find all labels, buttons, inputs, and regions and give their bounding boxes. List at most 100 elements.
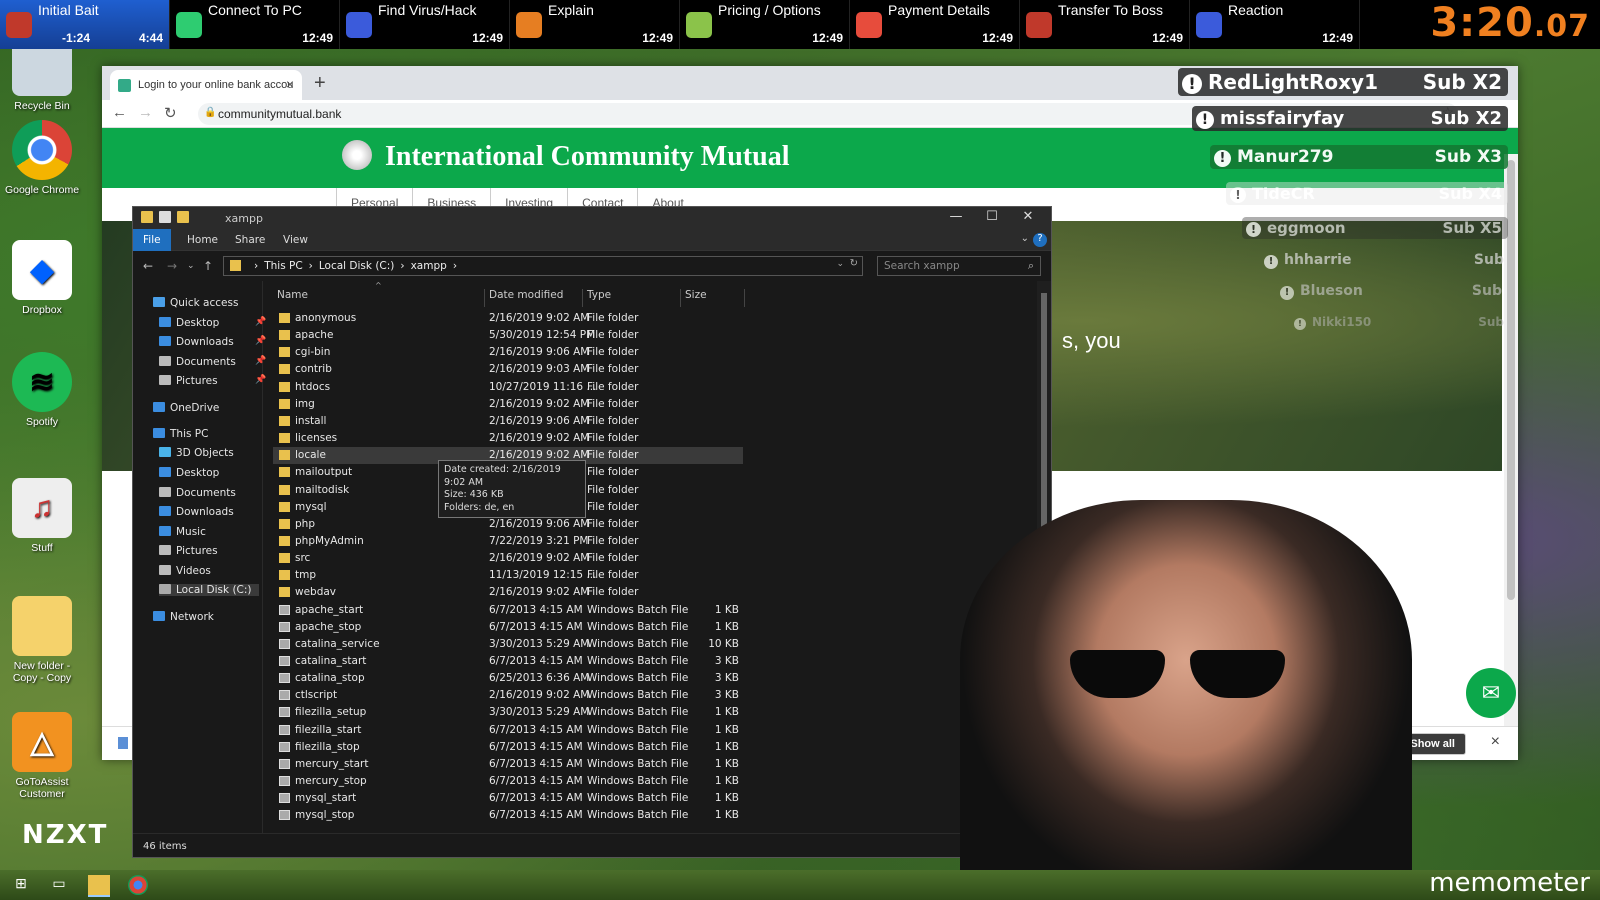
file-row[interactable]: licenses 2/16/2019 9:02 AM File folder: [273, 430, 743, 447]
close-downloads-icon[interactable]: ×: [1491, 733, 1500, 751]
windows-start-icon[interactable]: ⊞: [10, 875, 32, 895]
properties-icon[interactable]: [159, 211, 171, 223]
file-row[interactable]: install 2/16/2019 9:06 AM File folder: [273, 413, 743, 430]
file-row[interactable]: ctlscript 2/16/2019 9:02 AM Windows Batc…: [273, 687, 743, 704]
file-row[interactable]: filezilla_stop 6/7/2013 4:15 AM Windows …: [273, 739, 743, 756]
recent-locations-icon[interactable]: ⌄: [187, 261, 195, 271]
file-row[interactable]: contrib 2/16/2019 9:03 AM File folder: [273, 361, 743, 378]
file-row[interactable]: catalina_stop 6/25/2013 6:36 AM Windows …: [273, 670, 743, 687]
ribbon-tab-share[interactable]: Share: [225, 229, 275, 251]
reload-icon[interactable]: ↻: [164, 104, 177, 122]
file-row[interactable]: anonymous 2/16/2019 9:02 AM File folder: [273, 310, 743, 327]
nav-item-3d-objects[interactable]: 3D Objects: [159, 447, 234, 459]
file-row[interactable]: catalina_service 3/30/2013 5:29 AM Windo…: [273, 636, 743, 653]
close-tab-icon[interactable]: ×: [286, 76, 294, 92]
file-row[interactable]: tmp 11/13/2019 12:15 ... File folder: [273, 567, 743, 584]
file-row[interactable]: mysql_start 6/7/2013 4:15 AM Windows Bat…: [273, 790, 743, 807]
column-date-modified[interactable]: Date modified: [485, 289, 583, 307]
nav-item-desktop[interactable]: Desktop: [159, 467, 219, 479]
desktop-shortcut[interactable]: Google Chrome: [0, 120, 84, 196]
breadcrumb-item[interactable]: Local Disk (C:): [319, 260, 395, 272]
address-path[interactable]: ⌄ ↻ › This PC › Local Disk (C:) › xampp ›: [223, 256, 863, 276]
bank-logo-icon: [342, 140, 372, 170]
nav-item-network[interactable]: Network: [153, 611, 214, 623]
forward-icon[interactable]: →: [138, 104, 153, 121]
ribbon-tab-file[interactable]: File: [133, 229, 171, 251]
path-dropdown-icon[interactable]: ⌄: [836, 259, 844, 269]
breadcrumb-item[interactable]: This PC: [264, 260, 302, 272]
file-row[interactable]: htdocs 10/27/2019 11:16 ... File folder: [273, 379, 743, 396]
file-type: File folder: [587, 363, 639, 376]
file-row[interactable]: php 2/16/2019 9:06 AM File folder: [273, 516, 743, 533]
browser-tab[interactable]: Login to your online bank accou ×: [110, 70, 302, 100]
nav-item-label: Local Disk (C:): [176, 584, 252, 596]
back-icon[interactable]: ←: [143, 259, 153, 273]
nav-item-downloads[interactable]: Downloads 📌: [159, 336, 266, 348]
desktop-shortcut[interactable]: ◆ Dropbox: [0, 240, 84, 316]
new-folder-icon[interactable]: [177, 211, 189, 223]
task-view-icon[interactable]: ▭: [48, 875, 70, 895]
file-row[interactable]: apache_stop 6/7/2013 4:15 AM Windows Bat…: [273, 619, 743, 636]
file-row[interactable]: mercury_stop 6/7/2013 4:15 AM Windows Ba…: [273, 773, 743, 790]
scroll-thumb[interactable]: [1507, 160, 1515, 600]
refresh-icon[interactable]: ↻: [850, 258, 858, 269]
nav-item-pictures[interactable]: Pictures 📌: [159, 375, 266, 387]
help-icon[interactable]: ?: [1033, 233, 1047, 247]
file-row[interactable]: img 2/16/2019 9:02 AM File folder: [273, 396, 743, 413]
file-row[interactable]: src 2/16/2019 9:02 AM File folder: [273, 550, 743, 567]
nav-item-pictures[interactable]: Pictures: [159, 545, 218, 557]
file-explorer-taskbar-icon[interactable]: [88, 875, 110, 897]
minimize-button[interactable]: —: [941, 209, 971, 224]
desktop-shortcut[interactable]: ≋ Spotify: [0, 352, 84, 428]
maximize-button[interactable]: ☐: [977, 209, 1007, 224]
nav-item-downloads[interactable]: Downloads: [159, 506, 234, 518]
mail-chat-button[interactable]: ✉: [1466, 668, 1516, 718]
split-4: Pricing / Options 12:49: [680, 0, 850, 49]
search-input[interactable]: Search xampp ⌕: [877, 256, 1041, 276]
nav-item-quick-access[interactable]: Quick access: [153, 297, 238, 309]
chrome-taskbar-icon[interactable]: [128, 875, 148, 895]
expand-ribbon-icon[interactable]: ⌄: [1021, 233, 1029, 244]
file-row[interactable]: apache_start 6/7/2013 4:15 AM Windows Ba…: [273, 602, 743, 619]
file-row[interactable]: cgi-bin 2/16/2019 9:06 AM File folder: [273, 344, 743, 361]
pictures-icon: [159, 375, 171, 385]
file-date: 2/16/2019 9:02 AM: [489, 432, 590, 445]
desktop-shortcut[interactable]: New folder - Copy - Copy: [0, 596, 84, 684]
alert-icon: !: [1246, 222, 1261, 237]
file-row[interactable]: filezilla_setup 3/30/2013 5:29 AM Window…: [273, 704, 743, 721]
file-row[interactable]: webdav 2/16/2019 9:02 AM File folder: [273, 584, 743, 601]
forward-icon[interactable]: →: [167, 259, 177, 273]
ribbon-tab-view[interactable]: View: [273, 229, 318, 251]
column-size[interactable]: Size: [681, 289, 745, 307]
new-tab-button[interactable]: +: [314, 72, 326, 95]
file-row[interactable]: phpMyAdmin 7/22/2019 3:21 PM File folder: [273, 533, 743, 550]
file-row[interactable]: apache 5/30/2019 12:54 PM File folder: [273, 327, 743, 344]
file-row[interactable]: filezilla_start 6/7/2013 4:15 AM Windows…: [273, 722, 743, 739]
file-row[interactable]: mercury_start 6/7/2013 4:15 AM Windows B…: [273, 756, 743, 773]
desktop-shortcut[interactable]: ♫ Stuff: [0, 478, 84, 554]
nav-item-documents[interactable]: Documents 📌: [159, 356, 266, 368]
split-time: 12:49: [302, 31, 333, 45]
up-icon[interactable]: ↑: [203, 259, 213, 273]
file-row[interactable]: catalina_start 6/7/2013 4:15 AM Windows …: [273, 653, 743, 670]
file-name: anonymous: [295, 312, 357, 324]
column-type[interactable]: Type: [583, 289, 681, 307]
nav-item-local-disk-c[interactable]: Local Disk (C:): [159, 584, 259, 596]
nav-item-this-pc[interactable]: This PC: [153, 428, 208, 440]
desktop-shortcut[interactable]: △ GoToAssist Customer: [0, 712, 84, 800]
nav-item-videos[interactable]: Videos: [159, 565, 211, 577]
column-name[interactable]: Name: [273, 289, 485, 307]
nav-item-onedrive[interactable]: OneDrive: [153, 402, 219, 414]
nav-item-desktop[interactable]: Desktop 📌: [159, 317, 266, 329]
download-file-icon[interactable]: [118, 737, 128, 749]
gotoassist-icon: △: [12, 712, 72, 772]
breadcrumb-item[interactable]: xampp: [411, 260, 447, 272]
nav-item-documents[interactable]: Documents: [159, 487, 236, 499]
close-button[interactable]: ✕: [1013, 209, 1043, 224]
split-name: Initial Bait: [38, 2, 99, 18]
ribbon-tab-home[interactable]: Home: [177, 229, 228, 251]
browser-scrollbar[interactable]: [1504, 154, 1518, 758]
file-row[interactable]: mysql_stop 6/7/2013 4:15 AM Windows Batc…: [273, 807, 743, 824]
nav-item-music[interactable]: Music: [159, 526, 206, 538]
back-icon[interactable]: ←: [112, 104, 127, 121]
